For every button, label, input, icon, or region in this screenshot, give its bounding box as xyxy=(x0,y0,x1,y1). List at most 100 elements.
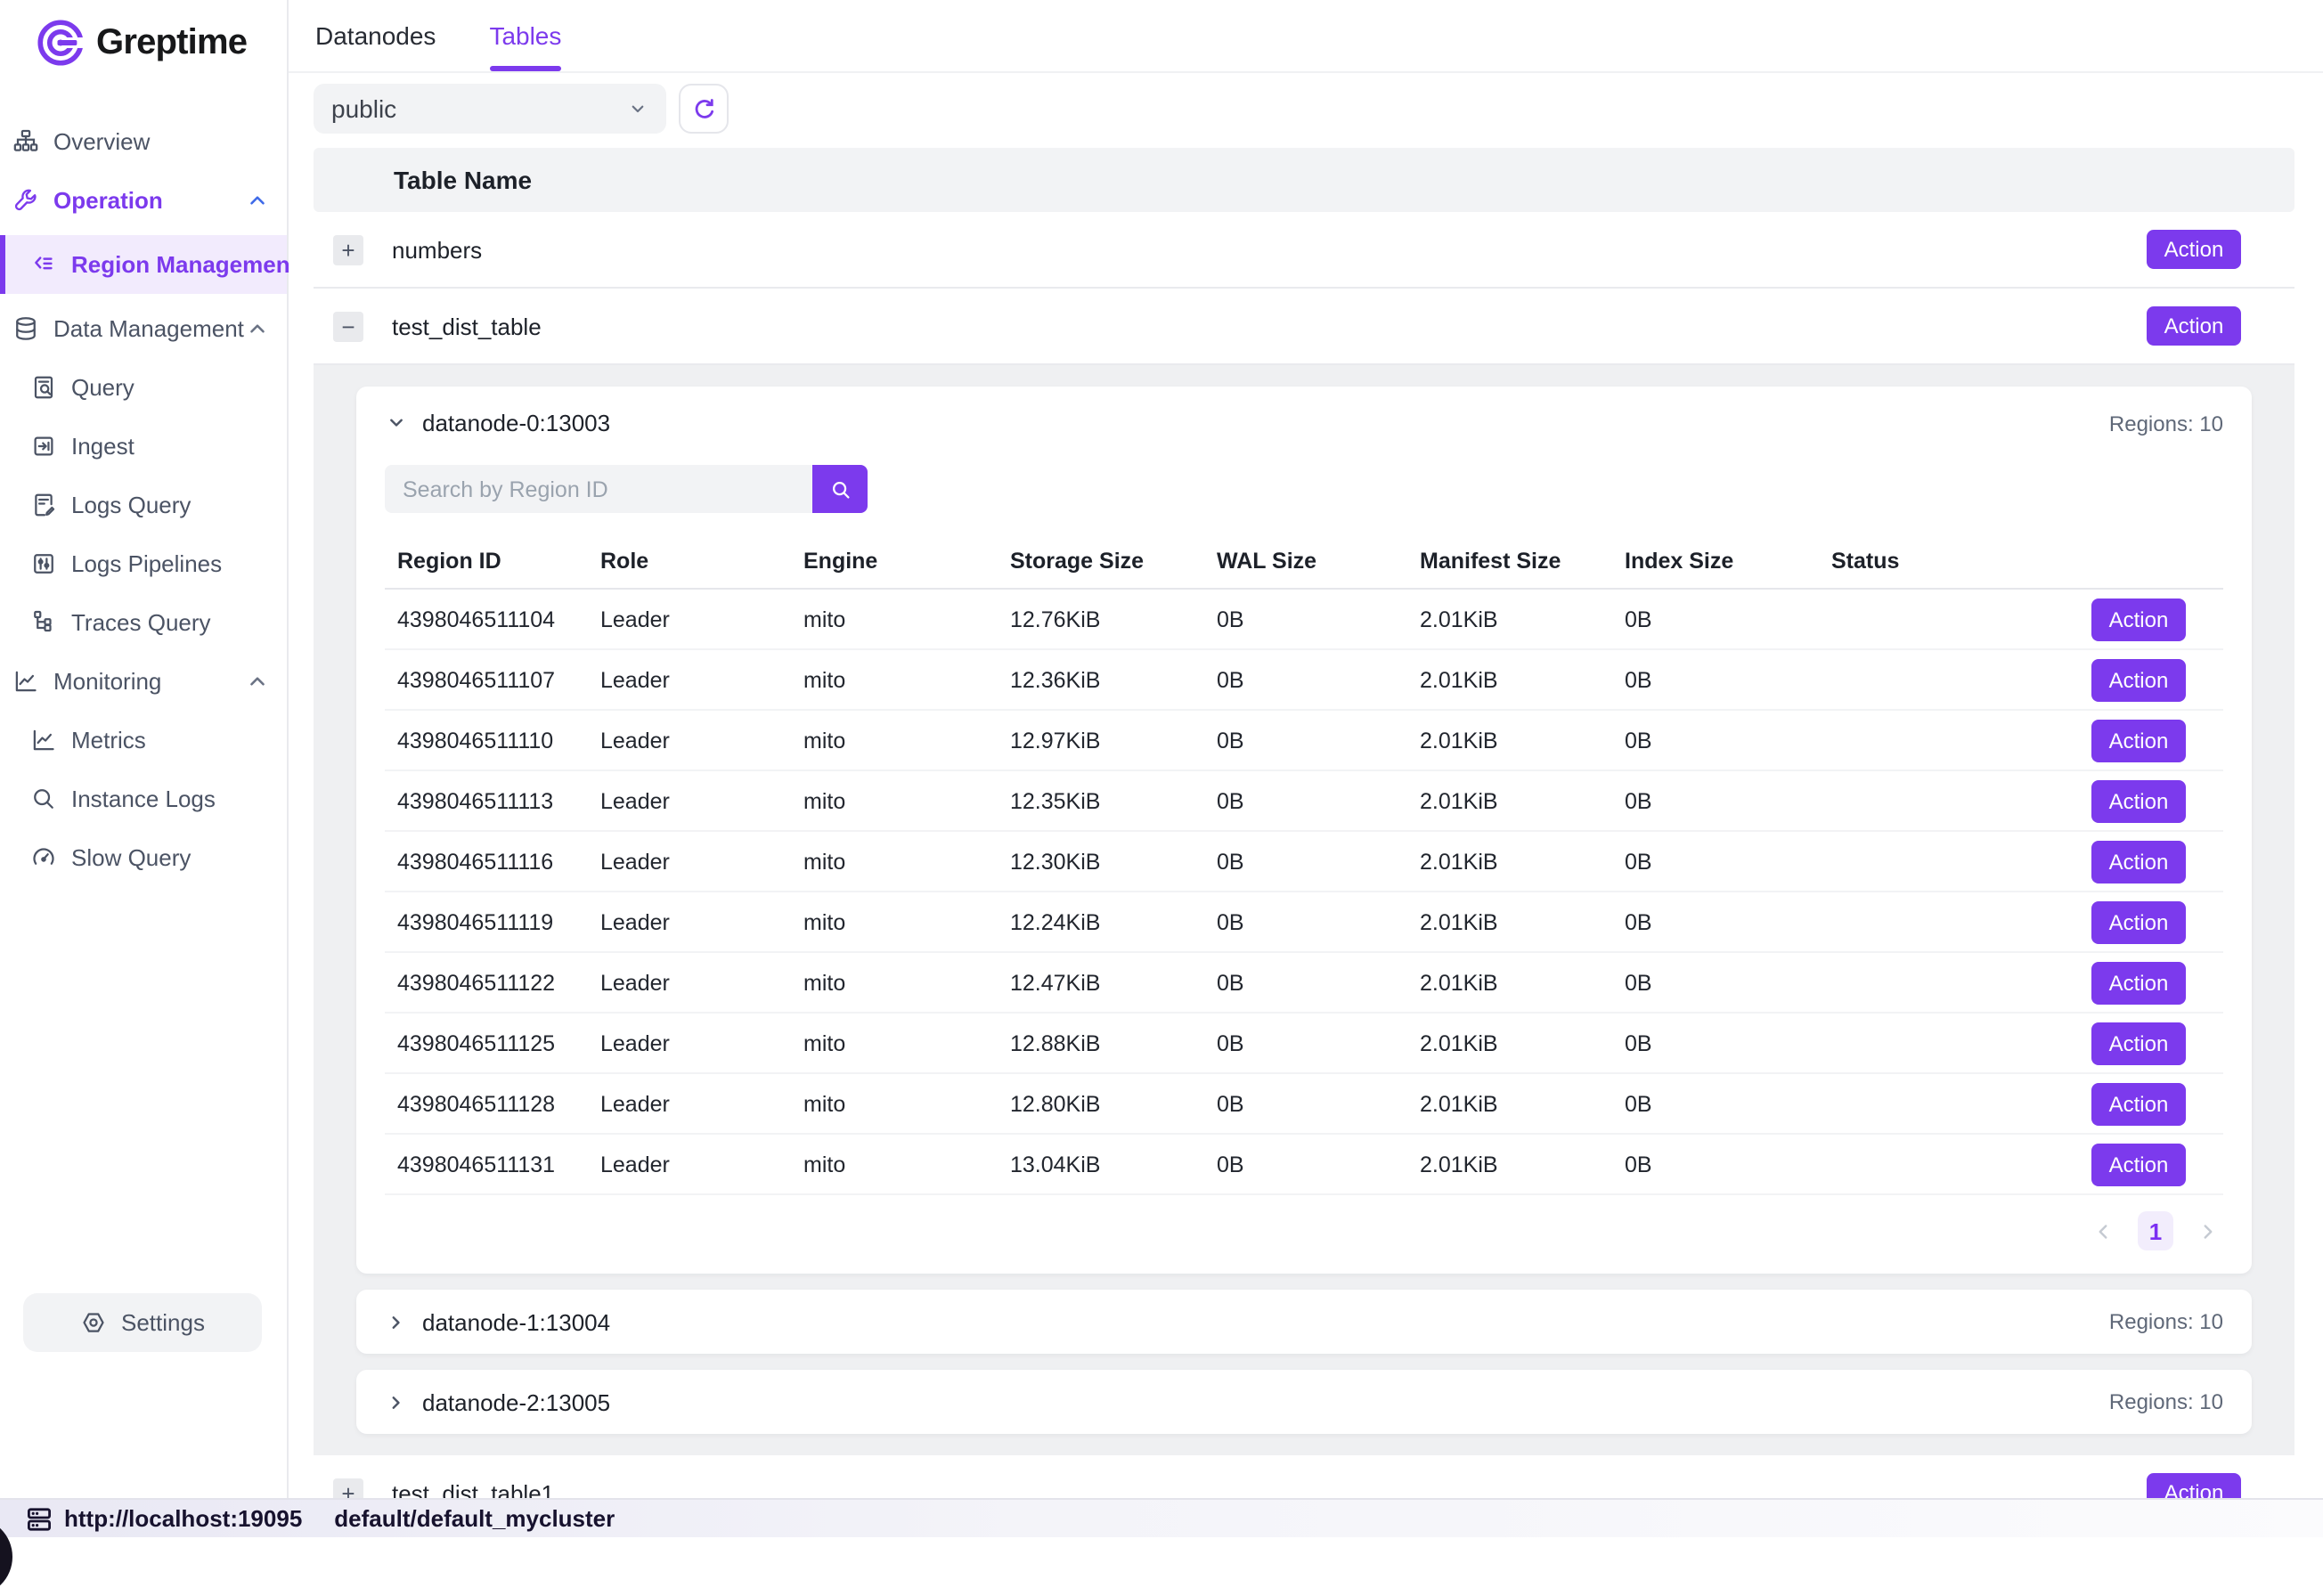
action-button[interactable]: Action xyxy=(2147,306,2241,346)
chevron-right-icon xyxy=(385,1390,408,1413)
sliders-icon xyxy=(30,550,57,577)
datanode-card[interactable]: datanode-2:13005 Regions: 10 xyxy=(356,1370,2252,1434)
table-name: numbers xyxy=(392,236,482,263)
sidebar-item-logs-pipelines[interactable]: Logs Pipelines xyxy=(0,540,287,588)
chart-icon xyxy=(12,668,39,695)
tab-datanodes[interactable]: Datanodes xyxy=(315,0,436,71)
region-search-button[interactable] xyxy=(812,465,868,513)
action-button[interactable]: Action xyxy=(2091,1082,2186,1125)
datanode-header[interactable]: datanode-0:13003 Regions: 10 xyxy=(385,410,2223,436)
action-button[interactable]: Action xyxy=(2091,598,2186,640)
sidebar-item-label: Metrics xyxy=(71,727,146,753)
datanode-name: datanode-0:13003 xyxy=(422,410,610,436)
region-id: 4398046511128 xyxy=(385,1091,588,1116)
action-button[interactable]: Action xyxy=(2147,1473,2241,1498)
sidebar-item-slow-query[interactable]: Slow Query xyxy=(0,834,287,882)
app-window: Greptime Overview Operation xyxy=(0,0,2323,1537)
column-manifest-size: Manifest Size xyxy=(1407,549,1612,574)
sidebar-item-logs-query[interactable]: Logs Query xyxy=(0,481,287,529)
action-button[interactable]: Action xyxy=(2091,840,2186,883)
region-manifest: 2.01KiB xyxy=(1407,909,1612,934)
region-role: Leader xyxy=(588,788,791,813)
sidebar-item-traces-query[interactable]: Traces Query xyxy=(0,598,287,647)
chevron-up-icon[interactable] xyxy=(246,189,269,212)
server-url[interactable]: http://localhost:19095 xyxy=(64,1505,302,1532)
action-button[interactable]: Action xyxy=(2091,961,2186,1004)
action-button[interactable]: Action xyxy=(2091,779,2186,822)
greptime-logo-icon xyxy=(36,18,86,68)
regions-count: Regions: 10 xyxy=(2109,1309,2223,1334)
tab-tables[interactable]: Tables xyxy=(489,0,561,71)
region-search-input[interactable] xyxy=(385,465,812,513)
region-search xyxy=(385,465,868,513)
regions-count: Regions: 10 xyxy=(2109,411,2223,436)
action-button[interactable]: Action xyxy=(2147,230,2241,269)
action-button[interactable]: Action xyxy=(2091,719,2186,761)
region-manifest: 2.01KiB xyxy=(1407,1152,1612,1177)
region-engine: mito xyxy=(791,607,998,631)
chevron-up-icon[interactable] xyxy=(246,317,269,340)
sidebar-section-monitoring[interactable]: Monitoring xyxy=(0,657,287,705)
database-select-value: public xyxy=(331,94,396,123)
column-wal-size: WAL Size xyxy=(1204,549,1407,574)
region-engine: mito xyxy=(791,788,998,813)
action-button[interactable]: Action xyxy=(2091,1022,2186,1064)
chevron-right-icon[interactable] xyxy=(2197,1219,2220,1242)
action-button[interactable]: Action xyxy=(2091,658,2186,701)
region-wal: 0B xyxy=(1204,728,1407,753)
region-wal: 0B xyxy=(1204,970,1407,995)
sidebar-item-label: Overview xyxy=(53,128,150,155)
region-wal: 0B xyxy=(1204,909,1407,934)
sidebar-item-metrics[interactable]: Metrics xyxy=(0,716,287,764)
datanode-card[interactable]: datanode-1:13004 Regions: 10 xyxy=(356,1290,2252,1354)
collapse-minus-icon[interactable]: − xyxy=(333,311,363,341)
tabbar: Datanodes Tables xyxy=(289,0,2323,73)
region-id: 4398046511122 xyxy=(385,970,588,995)
region-storage: 12.47KiB xyxy=(998,970,1204,995)
region-role: Leader xyxy=(588,667,791,692)
expand-plus-icon[interactable]: + xyxy=(333,234,363,265)
chevron-left-icon[interactable] xyxy=(2091,1219,2115,1242)
database-select[interactable]: public xyxy=(314,84,666,134)
sidebar-item-label: Region Management xyxy=(71,251,298,278)
sidebar-item-region-management[interactable]: Region Management xyxy=(0,235,287,294)
region-storage: 12.97KiB xyxy=(998,728,1204,753)
region-manifest: 2.01KiB xyxy=(1407,1091,1612,1116)
region-wal: 0B xyxy=(1204,849,1407,874)
expand-plus-icon[interactable]: + xyxy=(333,1478,363,1498)
sidebar-section-operation[interactable]: Operation xyxy=(0,176,287,224)
sidebar-item-label: Logs Pipelines xyxy=(71,550,222,577)
settings-button[interactable]: Settings xyxy=(23,1293,262,1352)
database-icon xyxy=(12,315,39,342)
refresh-button[interactable] xyxy=(679,84,729,134)
table-row: − test_dist_table Action xyxy=(314,289,2294,365)
region-role: Leader xyxy=(588,1152,791,1177)
sidebar-item-query[interactable]: Query xyxy=(0,363,287,411)
region-index: 0B xyxy=(1612,909,1819,934)
region-role: Leader xyxy=(588,607,791,631)
pagination-page-1[interactable]: 1 xyxy=(2138,1211,2173,1250)
region-index: 0B xyxy=(1612,788,1819,813)
action-button[interactable]: Action xyxy=(2091,1143,2186,1185)
action-button[interactable]: Action xyxy=(2091,900,2186,943)
column-engine: Engine xyxy=(791,549,998,574)
sidebar-item-overview[interactable]: Overview xyxy=(0,118,287,166)
region-row: 4398046511110 Leader mito 12.97KiB 0B 2.… xyxy=(385,711,2223,771)
tables-list-header: Table Name xyxy=(314,148,2294,212)
chevron-up-icon[interactable] xyxy=(246,670,269,693)
region-role: Leader xyxy=(588,1091,791,1116)
region-storage: 12.76KiB xyxy=(998,607,1204,631)
region-role: Leader xyxy=(588,1030,791,1055)
search-icon xyxy=(30,786,57,812)
region-engine: mito xyxy=(791,1152,998,1177)
sidebar-item-ingest[interactable]: Ingest xyxy=(0,422,287,470)
region-row: 4398046511122 Leader mito 12.47KiB 0B 2.… xyxy=(385,953,2223,1014)
region-row: 4398046511119 Leader mito 12.24KiB 0B 2.… xyxy=(385,892,2223,953)
sidebar-item-instance-logs[interactable]: Instance Logs xyxy=(0,775,287,823)
region-id: 4398046511131 xyxy=(385,1152,588,1177)
sidebar-section-data-management[interactable]: Data Management xyxy=(0,305,287,353)
brand-name: Greptime xyxy=(96,22,247,63)
sidebar-item-label: Ingest xyxy=(71,433,134,460)
region-storage: 12.35KiB xyxy=(998,788,1204,813)
region-engine: mito xyxy=(791,1091,998,1116)
